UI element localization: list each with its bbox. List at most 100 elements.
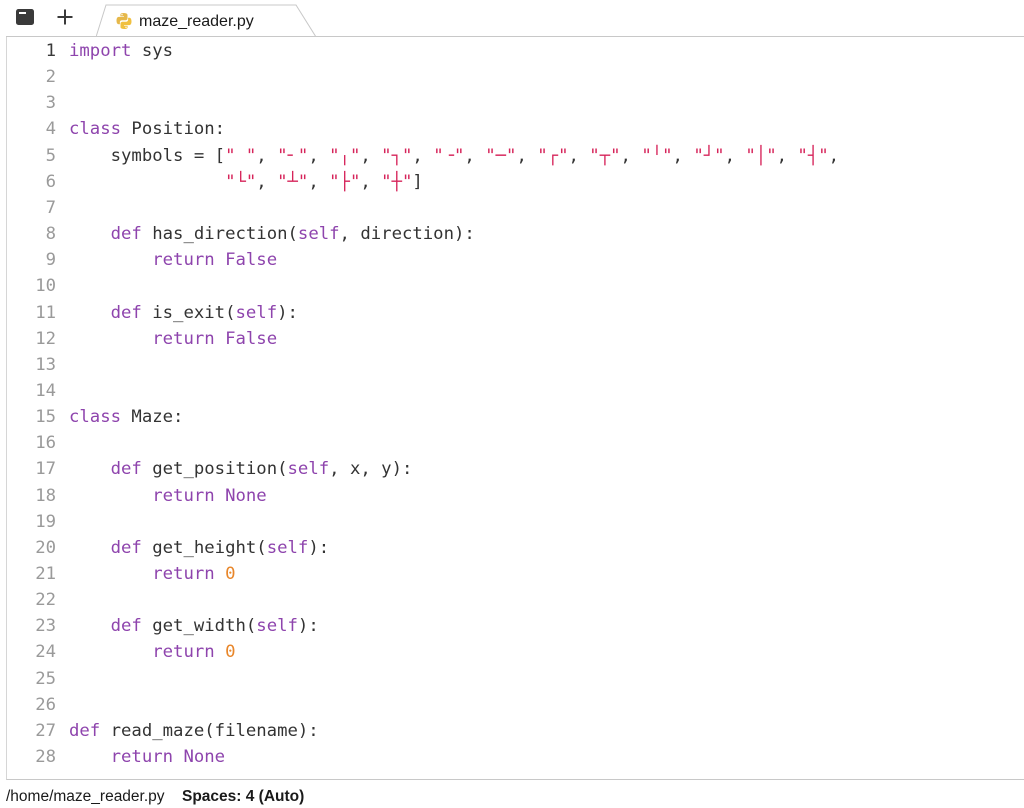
code-line[interactable]: 16 [7,430,1017,456]
code-token: , [412,145,434,166]
code-line[interactable]: 13 [7,352,1017,378]
line-number: 21 [35,564,56,584]
code-line[interactable]: 8 def has_direction(self, direction): [7,221,1017,247]
code-line[interactable]: 10 [7,273,1017,299]
line-number: 14 [35,380,56,401]
code-line[interactable]: 19 [7,509,1017,535]
line-number: 6 [45,171,56,192]
code-line[interactable]: 2 [7,64,1017,90]
code-token: def [110,224,142,245]
line-number: 26 [35,694,56,715]
line-number: 5 [45,145,56,166]
code-line[interactable]: 11 def is_exit(self): [7,300,1017,326]
code-line[interactable]: 4 class Position: [7,116,1017,142]
code-token: read_maze(filename): [100,720,319,741]
code-token: , [672,145,694,166]
code-text: class Position: [69,116,225,142]
code-line[interactable]: 6 "└", "┴", "├", "┼"] [7,169,1017,195]
status-bar: /home/maze_reader.py Spaces: 4 (Auto) [0,780,1024,808]
code-token: "┤" [797,145,829,166]
line-number: 22 [35,590,56,611]
code-line[interactable]: 3 [7,90,1017,116]
line-number: 10 [35,276,56,297]
code-token: def [110,302,142,323]
code-token: , [516,145,538,166]
code-line[interactable]: 9 return False [7,247,1017,273]
code-token: return [152,485,215,506]
code-token: "╴" [277,145,309,166]
code-token: symbols = [ [69,145,226,166]
line-number: 25 [35,668,56,689]
code-token: self [287,459,330,480]
code-line[interactable]: 15 class Maze: [7,404,1017,430]
code-line[interactable]: 7 [7,195,1017,221]
code-token: , [360,171,382,192]
code-token: ): [277,302,298,323]
code-token: "┬" [589,145,621,166]
code-token: , [568,145,590,166]
code-text: def get_position(self, x, y): [69,456,413,482]
code-token: import [69,41,132,61]
line-number: 27 [35,720,56,741]
code-line[interactable]: 17 def get_position(self, x, y): [7,456,1017,482]
indentation-setting[interactable]: Spaces: 4 (Auto) [182,788,304,806]
code-token: , [828,145,840,166]
code-token: ] [412,171,423,192]
code-line[interactable]: 22 [7,587,1017,613]
code-line[interactable]: 18 return None [7,483,1017,509]
code-text: symbols = [" ", "╴", "╷", "┐", "╶", "─",… [69,143,839,169]
code-editor[interactable]: 1 import sys 2 3 4 class Position: 5 symbols =… [6,37,1024,780]
code-line[interactable]: 28 return None [7,744,1017,770]
code-token: , direction): [339,224,475,245]
code-line[interactable]: 5 symbols = [" ", "╴", "╷", "┐", "╶", "─… [7,143,1017,169]
tab-menu-button[interactable] [14,6,36,28]
code-token: def [110,616,142,637]
code-token: get_width( [141,616,257,637]
code-token: "─" [485,145,517,166]
plus-icon [57,9,73,25]
code-line[interactable]: 21 return 0 [7,561,1017,587]
line-number: 28 [35,747,56,768]
code-token: ): [297,616,319,637]
code-line[interactable]: 24 return 0 [7,639,1017,665]
code-line[interactable]: 25 [7,666,1017,692]
code-token: , [308,145,330,166]
code-token: return [152,250,215,271]
code-token: get_height( [141,537,267,558]
code-line[interactable]: 1 import sys [7,38,1017,64]
code-text: return 0 [69,639,235,665]
code-line[interactable]: 27 def read_maze(filename): [7,718,1017,744]
line-number: 13 [35,354,56,375]
line-number: 18 [35,485,56,506]
code-line[interactable]: 12 return False [7,326,1017,352]
tab-maze-reader[interactable]: maze_reader.py [96,4,316,37]
line-number: 11 [35,302,56,323]
code-token: def [110,537,142,558]
python-icon [116,13,132,29]
code-line[interactable]: 26 [7,692,1017,718]
code-token: "┼" [381,171,413,192]
code-line[interactable]: 23 def get_width(self): [7,613,1017,639]
line-number: 1 [45,41,56,61]
code-token: "┴" [277,171,309,192]
code-token: "├" [329,171,361,192]
code-text: def get_width(self): [69,613,319,639]
code-token: 0 [225,642,236,663]
code-line[interactable]: 20 def get_height(self): [7,535,1017,561]
tab-bar: maze_reader.py [0,0,1024,37]
code-token: None [183,747,226,768]
code-token: is_exit( [141,302,236,323]
code-token: , [464,145,486,166]
code-token: Maze: [121,407,184,428]
code-line[interactable]: 14 [7,378,1017,404]
new-tab-button[interactable] [54,6,76,28]
code-token: "│" [745,145,777,166]
